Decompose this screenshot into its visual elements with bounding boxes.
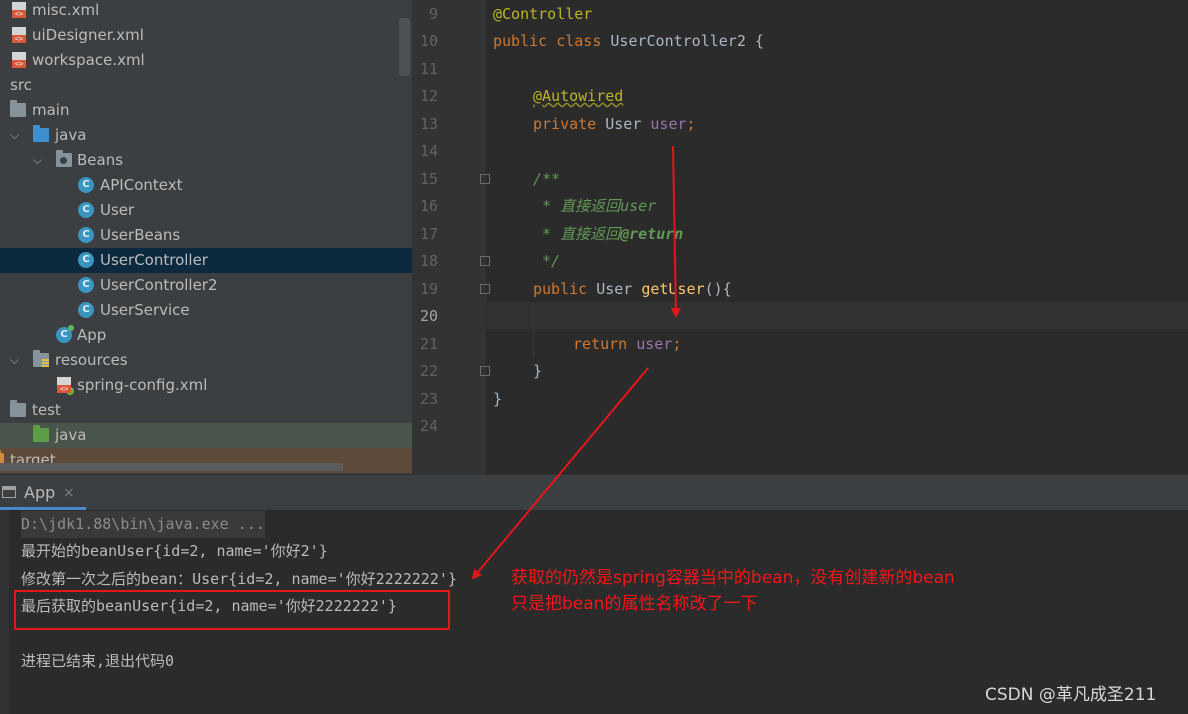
watermark-text: CSDN @革凡成圣211: [985, 685, 1157, 705]
annotation-arrow-diagonal: [471, 367, 649, 580]
annotation-arrows: [471, 145, 681, 580]
annotation-arrow-down: [670, 145, 681, 318]
